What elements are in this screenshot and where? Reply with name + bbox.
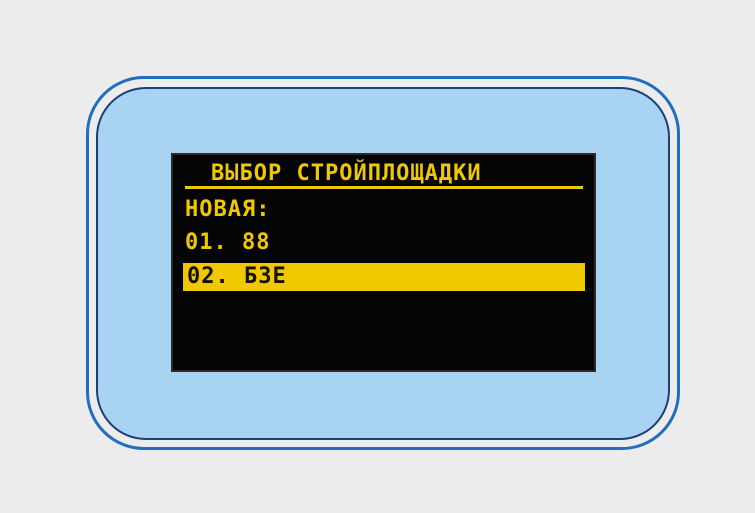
lcd-display: ВЫБОР СТРОЙПЛОЩАДКИ НОВАЯ: 01. 88 02. БЗ…: [171, 153, 596, 372]
menu-item-site-02-selected[interactable]: 02. БЗЕ: [183, 263, 585, 291]
menu-item-site-02-label: 02. БЗЕ: [187, 264, 287, 289]
menu-item-site-01[interactable]: 01. 88: [185, 228, 270, 258]
screen-title: ВЫБОР СТРОЙПЛОЩАДКИ: [211, 161, 482, 186]
menu-item-new[interactable]: НОВАЯ:: [185, 195, 270, 225]
title-underline: [185, 186, 583, 189]
